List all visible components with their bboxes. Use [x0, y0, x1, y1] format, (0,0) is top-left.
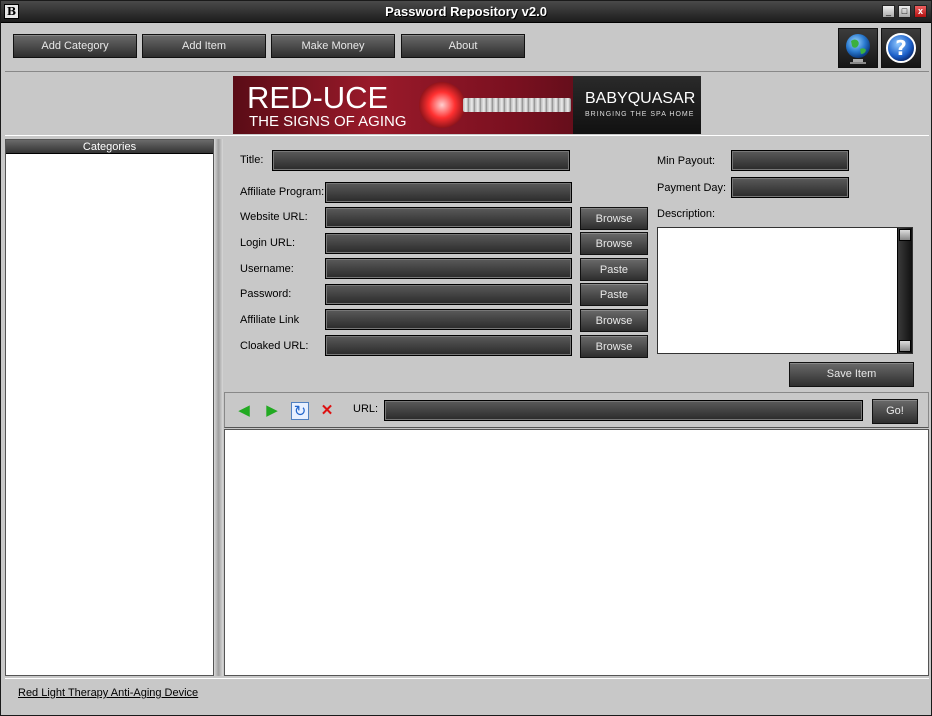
min-payout-field[interactable]	[731, 150, 849, 171]
maximize-button[interactable]: □	[898, 5, 911, 18]
url-field[interactable]	[384, 400, 863, 421]
affiliate-link-browse-button[interactable]: Browse	[580, 309, 648, 332]
website-url-browse-button[interactable]: Browse	[580, 207, 648, 230]
minimize-button[interactable]: _	[882, 5, 895, 18]
password-label: Password:	[240, 288, 292, 300]
window-title: Password Repository v2.0	[385, 4, 547, 19]
cloaked-url-label: Cloaked URL:	[240, 340, 309, 352]
close-button[interactable]: x	[914, 5, 927, 18]
url-label: URL:	[353, 403, 379, 415]
description-scrollbar[interactable]	[897, 228, 912, 353]
description-textarea[interactable]	[657, 227, 913, 354]
password-paste-button[interactable]: Paste	[580, 283, 648, 306]
stop-icon[interactable]: ✕	[318, 402, 336, 420]
username-label: Username:	[240, 263, 294, 275]
affiliate-link-field[interactable]	[325, 309, 572, 330]
password-field[interactable]	[325, 284, 572, 305]
banner-subtitle: THE SIGNS OF AGING	[249, 113, 407, 130]
banner-brand-panel: BABYQUASAR BRINGING THE SPA HOME	[573, 76, 701, 134]
payment-day-field[interactable]	[731, 177, 849, 198]
light-device-icon	[419, 82, 465, 128]
save-item-button[interactable]: Save Item	[789, 362, 914, 387]
help-icon: ?	[886, 33, 916, 63]
make-money-button[interactable]: Make Money	[271, 34, 395, 58]
scroll-up-button[interactable]	[899, 229, 911, 241]
forward-icon[interactable]: ▶	[263, 402, 281, 420]
website-url-field[interactable]	[325, 207, 572, 228]
username-field[interactable]	[325, 258, 572, 279]
banner-tagline: BRINGING THE SPA HOME	[585, 111, 695, 118]
add-category-button[interactable]: Add Category	[13, 34, 137, 58]
description-label: Description:	[657, 208, 716, 220]
app-window: B Password Repository v2.0 _ □ x Add Cat…	[0, 0, 932, 716]
refresh-icon[interactable]: ↻	[291, 402, 309, 420]
cloaked-url-browse-button[interactable]: Browse	[580, 335, 648, 358]
go-button[interactable]: Go!	[872, 399, 918, 424]
add-item-button[interactable]: Add Item	[142, 34, 266, 58]
globe-icon	[846, 34, 870, 64]
payment-day-label: Payment Day:	[657, 182, 727, 194]
svg-text:?: ?	[895, 36, 907, 60]
device-handle-icon	[463, 98, 571, 112]
web-view[interactable]	[224, 429, 929, 676]
title-label: Title:	[240, 154, 264, 166]
about-button[interactable]: About	[401, 34, 525, 58]
panel-splitter[interactable]	[214, 139, 223, 676]
min-payout-label: Min Payout:	[657, 155, 716, 167]
description-text	[658, 228, 912, 232]
username-paste-button[interactable]: Paste	[580, 258, 648, 281]
login-url-field[interactable]	[325, 233, 572, 254]
login-url-label: Login URL:	[240, 237, 296, 249]
globe-button[interactable]	[838, 28, 878, 68]
help-button[interactable]: ?	[881, 28, 921, 68]
banner-title: RED-UCE	[247, 80, 389, 115]
login-url-browse-button[interactable]: Browse	[580, 232, 648, 255]
title-field[interactable]	[272, 150, 570, 171]
categories-header: Categories	[6, 140, 213, 154]
banner-brand: BABYQUASAR	[585, 90, 696, 107]
cloaked-url-field[interactable]	[325, 335, 572, 356]
title-bar[interactable]: B Password Repository v2.0 _ □ x	[1, 1, 931, 23]
ad-banner[interactable]: RED-UCE THE SIGNS OF AGING BABYQUASAR BR…	[233, 76, 701, 134]
categories-panel[interactable]: Categories	[5, 139, 214, 676]
footer-ad-link[interactable]: Red Light Therapy Anti-Aging Device	[18, 687, 198, 699]
scroll-down-button[interactable]	[899, 340, 911, 352]
affiliate-link-label: Affiliate Link	[240, 314, 300, 326]
back-icon[interactable]: ◀	[235, 402, 253, 420]
website-url-label: Website URL:	[240, 211, 308, 223]
affiliate-program-field[interactable]	[325, 182, 572, 203]
affiliate-program-label: Affiliate Program:	[240, 186, 325, 198]
